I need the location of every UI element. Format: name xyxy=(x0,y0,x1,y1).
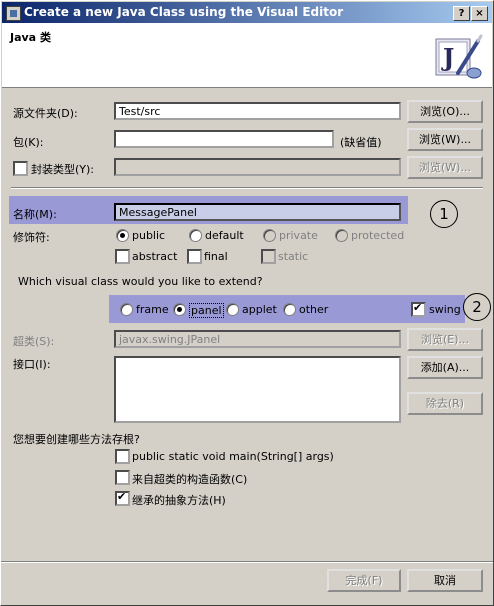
window-title: Create a new Java Class using the Visual… xyxy=(24,5,344,19)
stub-main-label: public static void main(String[] args) xyxy=(132,450,334,463)
window-icon xyxy=(6,6,21,21)
visual-applet-label: applet xyxy=(242,303,277,316)
superclass-field: javax.swing.JPanel xyxy=(114,330,401,348)
annotation-1: 1 xyxy=(430,200,458,228)
swing-label: swing xyxy=(429,303,461,316)
modifier-abstract-label: abstract xyxy=(132,250,178,263)
modifier-static-checkbox xyxy=(261,249,276,264)
visual-class-question: Which visual class would you like to ext… xyxy=(18,275,263,288)
visual-frame-label: frame xyxy=(136,303,169,316)
modifier-final-label: final xyxy=(204,250,228,263)
visual-frame-radio[interactable] xyxy=(120,303,133,316)
modifier-public-radio[interactable] xyxy=(116,229,129,242)
stub-constructor-label: 来自超类的构造函数(C) xyxy=(132,473,248,486)
modifier-private-label: private xyxy=(279,229,318,242)
modifier-default-label: default xyxy=(205,229,244,242)
browse-package-button[interactable]: 浏览(W)... xyxy=(407,128,483,151)
browse-source-button[interactable]: 浏览(O)... xyxy=(407,100,483,123)
remove-interface-button: 除去(R) xyxy=(407,392,483,415)
enclosing-type-label: 封装类型(Y): xyxy=(31,163,95,176)
modifier-abstract-checkbox[interactable] xyxy=(115,249,130,264)
svg-text:J: J xyxy=(441,43,454,72)
modifier-public-label: public xyxy=(132,229,166,242)
package-label: 包(K): xyxy=(13,136,44,149)
cancel-button[interactable]: 取消 xyxy=(407,569,483,592)
modifier-private-radio xyxy=(263,229,276,242)
visual-applet-radio[interactable] xyxy=(226,303,239,316)
stub-abstract-checkbox[interactable] xyxy=(115,490,130,506)
modifier-static-label: static xyxy=(278,250,309,263)
visual-other-label: other xyxy=(299,303,329,316)
close-button[interactable]: × xyxy=(471,6,488,21)
superclass-label: 超类(S): xyxy=(13,335,55,348)
package-field[interactable] xyxy=(114,130,334,148)
swing-checkbox[interactable] xyxy=(411,301,426,317)
visual-other-radio[interactable] xyxy=(283,303,296,316)
page-title: Java 类 xyxy=(10,31,51,44)
browse-enclosing-button: 浏览(W)... xyxy=(407,156,483,179)
interfaces-label: 接口(I): xyxy=(13,358,51,371)
modifier-protected-label: protected xyxy=(351,229,405,242)
stubs-question: 您想要创建哪些方法存根? xyxy=(13,433,140,446)
name-label: 名称(M): xyxy=(13,208,57,221)
finish-button: 完成(F) xyxy=(327,569,401,592)
source-folder-label: 源文件夹(D): xyxy=(13,107,78,120)
enclosing-type-checkbox[interactable] xyxy=(13,161,28,176)
modifiers-label: 修饰符: xyxy=(13,231,50,244)
enclosing-type-field xyxy=(114,158,401,176)
class-name-field[interactable]: MessagePanel xyxy=(114,203,401,221)
browse-superclass-button: 浏览(E)... xyxy=(407,328,483,351)
stub-constructor-checkbox[interactable] xyxy=(115,470,130,485)
annotation-2: 2 xyxy=(463,293,491,321)
dialog-window: Create a new Java Class using the Visual… xyxy=(0,0,494,606)
modifier-protected-radio xyxy=(335,229,348,242)
source-folder-field[interactable]: Test/src xyxy=(114,102,401,120)
help-button[interactable]: ? xyxy=(453,6,470,21)
stub-main-checkbox[interactable] xyxy=(115,449,130,464)
visual-panel-label: panel xyxy=(189,303,224,318)
interfaces-list[interactable] xyxy=(114,356,401,423)
modifier-final-checkbox[interactable] xyxy=(187,249,202,264)
title-bar[interactable]: Create a new Java Class using the Visual… xyxy=(2,2,492,23)
java-class-wizard-icon: J xyxy=(435,34,483,79)
separator xyxy=(11,187,483,189)
modifier-default-radio[interactable] xyxy=(189,229,202,242)
package-default-label: (缺省值) xyxy=(340,136,382,149)
stub-abstract-label: 继承的抽象方法(H) xyxy=(132,494,226,507)
visual-panel-radio[interactable] xyxy=(173,303,186,316)
footer-separator xyxy=(1,561,493,563)
wizard-header: Java 类 J xyxy=(2,23,492,88)
add-interface-button[interactable]: 添加(A)... xyxy=(407,356,483,379)
